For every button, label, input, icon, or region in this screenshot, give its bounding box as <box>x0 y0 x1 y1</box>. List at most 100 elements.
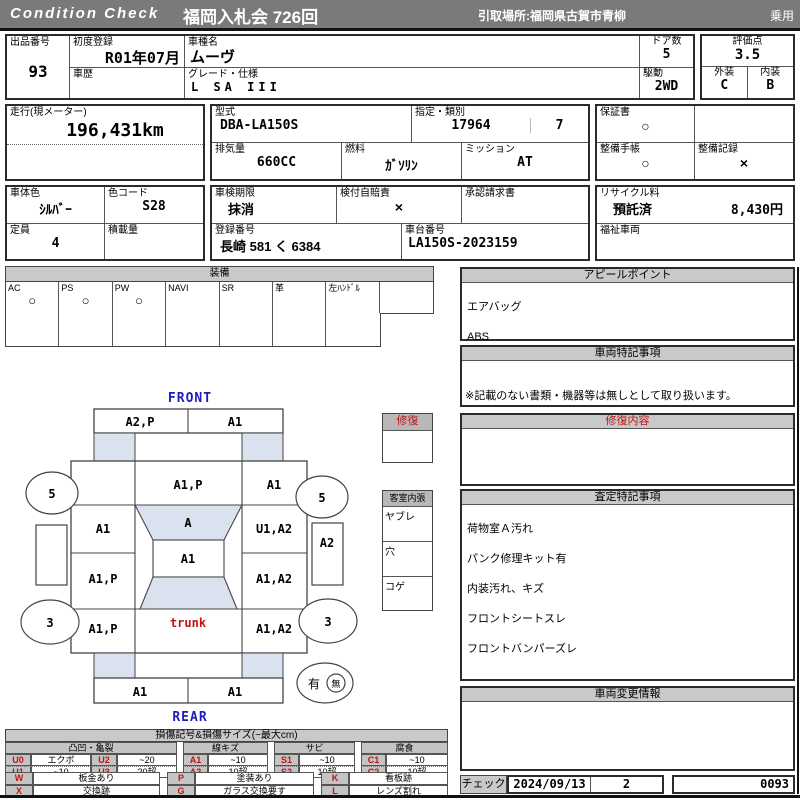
check-count: 2 <box>622 777 631 791</box>
history-label: 車歴 <box>73 69 93 80</box>
model-code-label: 型式 <box>215 107 235 118</box>
roof-code: A1 <box>181 552 195 566</box>
auction-condition-sheet: Condition Check 福岡入札会 726回 引取場所:福岡県古賀市青柳… <box>0 0 800 800</box>
door-rear-right-code: A1,A2 <box>256 572 292 586</box>
rear-bumper-right-code: A1 <box>228 685 242 699</box>
interior-grade: B <box>766 78 775 93</box>
legend-mark-desc: 板金あり <box>33 772 160 785</box>
lot-number: 93 <box>28 62 48 81</box>
maintenance-book-mark: ○ <box>641 155 650 171</box>
auction-title: 福岡入札会 726回 <box>183 8 319 27</box>
displacement-label: 排気量 <box>215 144 245 155</box>
maintenance-record-label: 整備記録 <box>698 144 738 155</box>
legend-code: S1 <box>274 754 299 766</box>
legend-code: U2 <box>91 754 117 766</box>
presence-no-label: 無 <box>331 678 340 690</box>
legend-desc: ~10 <box>299 754 355 766</box>
equipment-label-ac: AC <box>8 283 21 293</box>
assessment-line: パンク修理キット有 <box>467 553 567 565</box>
cabin-row-tear-label: ヤブレ <box>385 512 415 523</box>
legend-mark-code: K <box>321 772 349 785</box>
capacity-value: 4 <box>51 236 60 251</box>
warranty-mark: ○ <box>641 118 650 134</box>
windshield-code: A <box>184 516 192 530</box>
main-info-box: 出品番号 93 初度登録 R01年07月 車歴 車種名 ムーヴ グレード・仕様 … <box>5 34 695 100</box>
fuel-label: 燃料 <box>345 144 365 155</box>
score-box: 評価点 3.5 外装 C 内装 B <box>700 34 795 100</box>
class-number: 17964 <box>412 118 531 133</box>
cabin-interior-title: 客室内張 <box>383 491 432 507</box>
insurance-mark: × <box>394 199 404 215</box>
doors-value: 5 <box>662 47 671 62</box>
pickup-location: 引取場所:福岡県古賀市青柳 <box>478 9 626 23</box>
legend-title-bar: 損傷記号&損傷サイズ(~最大cm) <box>5 729 448 742</box>
drive-value: 2WD <box>654 79 679 94</box>
check-date: 2024/09/13 <box>509 777 591 792</box>
model-code-value: DBA-LA150S <box>220 118 299 133</box>
odometer-label: 走行(現メーター) <box>10 107 87 118</box>
wheel-rear-right-value: 3 <box>324 615 331 629</box>
drive-label: 駆動 <box>643 68 663 79</box>
welfare-label: 福祉車両 <box>600 225 640 236</box>
class-sub-number: 7 <box>555 118 564 133</box>
registration-box: 車検期限 抹消 検付自賠責 × 承認請求書 登録番号 長崎 581 く 6384… <box>210 185 590 261</box>
equipment-row-1: AC ○ PS ○ PW ○ NAVI SR 革 左ﾊﾝﾄﾞﾙ <box>5 281 434 314</box>
mission-value: AT <box>517 155 533 170</box>
repair-mini-title: 修復 <box>383 414 432 431</box>
chassis-number-label: 車台番号 <box>405 225 445 236</box>
doors-drive-cell: ドア数 5 駆動 2WD <box>640 36 693 98</box>
interior-label: 内装 <box>760 67 781 78</box>
legend-mark-code: W <box>5 772 33 785</box>
quarter-rear-left-code: A1,P <box>89 622 118 636</box>
exterior-grade: C <box>720 78 729 93</box>
repair-mini-box: 修復 <box>382 413 433 463</box>
registration-number-label: 登録番号 <box>215 225 255 236</box>
check-label: チェック <box>461 778 506 790</box>
legend-group-dents-title: 凸凹・亀裂 <box>5 742 177 754</box>
color-capacity-box: 車体色 ｼﾙﾊﾞｰ 色コード S28 定員 4 積載量 <box>5 185 205 261</box>
grade-label: グレード・仕様 <box>188 69 258 80</box>
legend-code: U0 <box>5 754 31 766</box>
lot-cell: 出品番号 93 <box>7 36 70 98</box>
assessment-title: 査定特記事項 <box>462 491 793 505</box>
front-bumper-right-code: A1 <box>228 415 242 429</box>
repair-detail-title: 修復内容 <box>462 415 793 429</box>
cabin-interior-box: 客室内張 ヤブレ 穴 コゲ <box>382 490 433 611</box>
registration-number-value: 長崎 581 く 6384 <box>220 239 321 254</box>
usage-type: 乗用 <box>769 9 794 23</box>
cabin-row-burn-label: コゲ <box>385 582 405 593</box>
sheet-number: 0093 <box>760 777 789 791</box>
door-rear-left-code: A1,P <box>89 572 118 586</box>
side-strip-left <box>35 524 68 586</box>
legend-group-rust-title: サビ <box>274 742 355 754</box>
odometer-value: 196,431km <box>66 120 164 141</box>
cabin-row-hole: 穴 <box>383 542 432 577</box>
grade-value: L SA III <box>191 80 281 94</box>
appeal-line: エアバッグ <box>467 301 522 313</box>
approval-label: 承認請求書 <box>465 188 515 199</box>
capacity-label: 定員 <box>10 225 30 236</box>
front-pillar-left-shade <box>93 432 136 462</box>
check-label-box: チェック <box>460 775 507 794</box>
equipment-title: 装備 <box>5 266 434 281</box>
recycle-status: 預託済 <box>613 202 653 217</box>
side-strip-right <box>311 522 344 586</box>
equipment-label-lhd: 左ﾊﾝﾄﾞﾙ <box>328 283 360 293</box>
door-front-right-code: U1,A2 <box>256 522 292 536</box>
equipment-label-navi: NAVI <box>168 283 189 293</box>
maintenance-book-label: 整備手帳 <box>600 144 640 155</box>
legend-mark-desc: 塗装あり <box>195 772 314 785</box>
appeal-title: アピールポイント <box>462 269 793 283</box>
score-label: 評価点 <box>732 36 763 47</box>
equipment-mark-ac: ○ <box>28 293 37 308</box>
equipment-label-extra <box>380 282 433 283</box>
equipment-mark-ps: ○ <box>81 293 90 308</box>
doors-label: ドア数 <box>651 36 682 47</box>
legend-desc: ~20 <box>117 754 177 766</box>
assessment-line: フロントシートスレ <box>467 613 566 625</box>
legend-group-scratch-title: 線キズ <box>183 742 268 754</box>
equipment-mark-pw: ○ <box>135 293 143 308</box>
mission-label: ミッション <box>465 144 515 155</box>
vehicle-notes-title: 車両特記事項 <box>462 347 793 361</box>
legend-code: A1 <box>183 754 208 766</box>
